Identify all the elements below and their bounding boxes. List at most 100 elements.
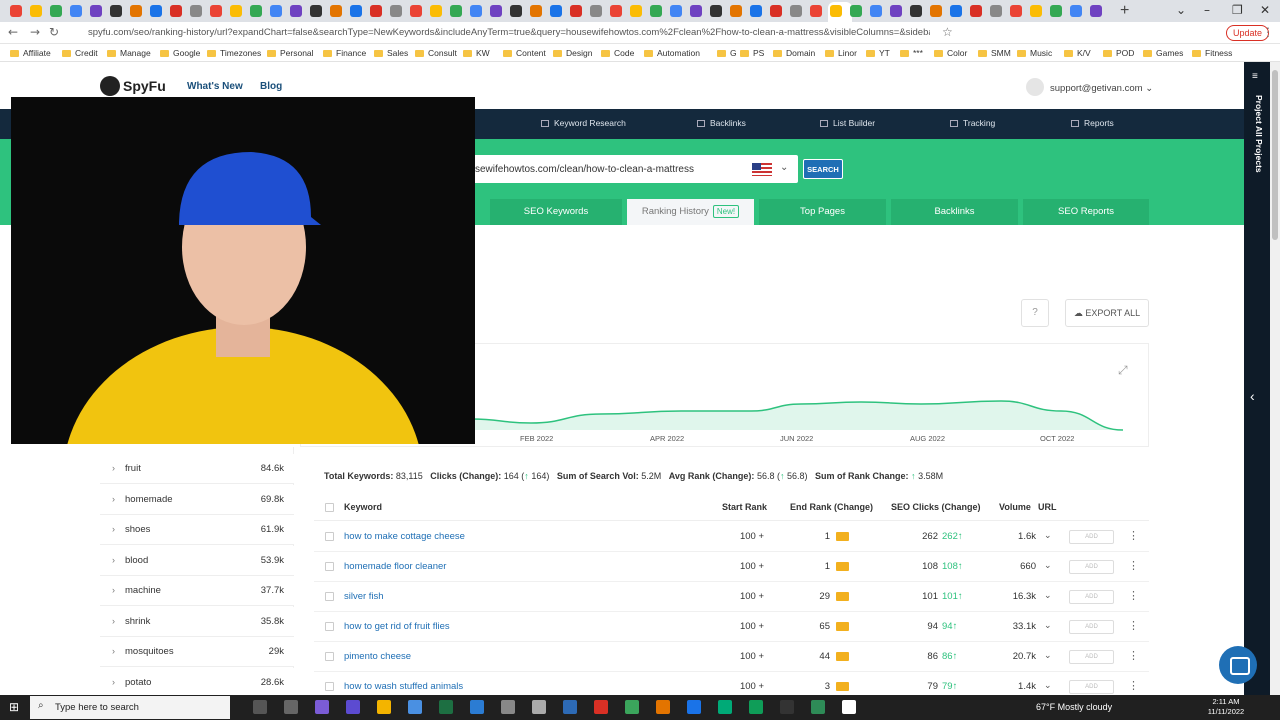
help-button[interactable]: ?: [1021, 299, 1049, 327]
taskbar-app-icon[interactable]: [346, 700, 360, 714]
bookmark-finance[interactable]: Finance: [323, 48, 366, 58]
tab-favicon-icon[interactable]: [970, 5, 982, 17]
taskbar-app-icon[interactable]: [718, 700, 732, 714]
bookmark-content[interactable]: Content: [503, 48, 546, 58]
tab-favicon-icon[interactable]: [810, 5, 822, 17]
tab-favicon-icon[interactable]: [370, 5, 382, 17]
col-volume[interactable]: Volume: [999, 502, 1031, 512]
tab-favicon-icon[interactable]: [870, 5, 882, 17]
tab-favicon-icon[interactable]: [750, 5, 762, 17]
taskbar-app-icon[interactable]: [408, 700, 422, 714]
forward-icon[interactable]: →: [30, 25, 40, 39]
term-filter-item[interactable]: › fruit 84.6k: [100, 454, 294, 484]
tab-backlinks[interactable]: Backlinks: [891, 199, 1018, 225]
bookmark-personal[interactable]: Personal: [267, 48, 314, 58]
row-checkbox[interactable]: [325, 652, 334, 661]
tab-favicon-icon[interactable]: [490, 5, 502, 17]
nav-list-builder[interactable]: List Builder: [820, 118, 875, 128]
select-all-checkbox[interactable]: [325, 503, 334, 512]
col-url[interactable]: URL: [1038, 502, 1057, 512]
more-options-icon[interactable]: ⋮: [1128, 679, 1139, 692]
bookmark-k-v[interactable]: K/V: [1064, 48, 1091, 58]
whats-new-link[interactable]: What's New: [187, 81, 243, 92]
tab-favicon-icon[interactable]: [670, 5, 682, 17]
nav-keyword-research[interactable]: Keyword Research: [541, 118, 626, 128]
tab-favicon-icon[interactable]: [1090, 5, 1102, 17]
bookmark-yt[interactable]: YT: [866, 48, 890, 58]
tab-favicon-icon[interactable]: [430, 5, 442, 17]
tab-favicon-icon[interactable]: [30, 5, 42, 17]
url-input[interactable]: spyfu.com/seo/ranking-history/url?expand…: [70, 24, 930, 42]
term-filter-item[interactable]: › machine 37.7k: [100, 576, 294, 606]
bookmark-timezones[interactable]: Timezones: [207, 48, 261, 58]
row-checkbox[interactable]: [325, 532, 334, 541]
tab-seo-reports[interactable]: SEO Reports: [1023, 199, 1149, 225]
blog-link[interactable]: Blog: [260, 81, 282, 92]
tab-favicon-icon[interactable]: [310, 5, 322, 17]
bookmark-pod[interactable]: POD: [1103, 48, 1134, 58]
spyfu-logo[interactable]: SpyFu: [100, 76, 166, 96]
taskbar-app-icon[interactable]: [594, 700, 608, 714]
bookmark-star-icon[interactable]: ☆: [942, 25, 953, 39]
export-all-button[interactable]: ☁ EXPORT ALL: [1065, 299, 1149, 327]
maximize-button[interactable]: ❐: [1232, 3, 1243, 17]
bookmark-design[interactable]: Design: [553, 48, 592, 58]
tab-favicon-icon[interactable]: [70, 5, 82, 17]
taskbar-app-icon[interactable]: [253, 700, 267, 714]
bookmark-credit[interactable]: Credit: [62, 48, 98, 58]
taskbar-app-icon[interactable]: [563, 700, 577, 714]
keyword-link[interactable]: how to get rid of fruit flies: [344, 621, 450, 632]
bookmark-ps[interactable]: PS: [740, 48, 764, 58]
country-chevron-icon[interactable]: ⌄: [780, 162, 788, 173]
tab-favicon-icon[interactable]: [710, 5, 722, 17]
tab-favicon-icon[interactable]: [10, 5, 22, 17]
taskbar-app-icon[interactable]: [842, 700, 856, 714]
tab-favicon-icon[interactable]: [610, 5, 622, 17]
nav-tracking[interactable]: Tracking: [950, 118, 995, 128]
bookmark-manage[interactable]: Manage: [107, 48, 151, 58]
taskbar-app-icon[interactable]: [439, 700, 453, 714]
bookmark-linor[interactable]: Linor: [825, 48, 857, 58]
tab-favicon-icon[interactable]: [570, 5, 582, 17]
add-button[interactable]: ADD: [1069, 530, 1114, 544]
tab-favicon-icon[interactable]: [450, 5, 462, 17]
url-chevron-icon[interactable]: ⌄: [1044, 530, 1052, 541]
tab-favicon-icon[interactable]: [950, 5, 962, 17]
term-filter-item[interactable]: › potato 28.6k: [100, 667, 294, 698]
bookmark-color[interactable]: Color: [934, 48, 967, 58]
bookmark-games[interactable]: Games: [1143, 48, 1183, 58]
taskbar-app-icon[interactable]: [377, 700, 391, 714]
taskbar-app-icon[interactable]: [656, 700, 670, 714]
tab-favicon-icon[interactable]: [290, 5, 302, 17]
new-tab-button[interactable]: +: [1120, 2, 1129, 20]
taskbar-app-icon[interactable]: [284, 700, 298, 714]
row-checkbox[interactable]: [325, 592, 334, 601]
windows-start-icon[interactable]: ⊞: [9, 700, 19, 714]
tab-favicon-icon[interactable]: [230, 5, 242, 17]
tab-favicon-icon[interactable]: [330, 5, 342, 17]
col-end-rank[interactable]: End Rank (Change): [790, 502, 873, 512]
term-filter-item[interactable]: › blood 53.9k: [100, 545, 294, 576]
bookmark-affiliate[interactable]: Affiliate: [10, 48, 51, 58]
term-filter-item[interactable]: › shoes 61.9k: [100, 515, 294, 545]
tab-favicon-icon[interactable]: [170, 5, 182, 17]
search-button[interactable]: SEARCH: [803, 159, 843, 179]
keyword-link[interactable]: homemade floor cleaner: [344, 561, 446, 572]
tab-favicon-icon[interactable]: [1030, 5, 1042, 17]
reload-icon[interactable]: ↻: [49, 25, 59, 39]
tab-favicon-icon[interactable]: [630, 5, 642, 17]
taskbar-app-icon[interactable]: [501, 700, 515, 714]
keyword-link[interactable]: how to make cottage cheese: [344, 531, 465, 542]
add-button[interactable]: ADD: [1069, 620, 1114, 634]
bookmark--[interactable]: ***: [900, 48, 923, 58]
keyword-link[interactable]: how to wash stuffed animals: [344, 681, 463, 692]
system-clock[interactable]: 2:11 AM 11/11/2022: [1204, 697, 1248, 717]
add-button[interactable]: ADD: [1069, 560, 1114, 574]
url-chevron-icon[interactable]: ⌄: [1044, 560, 1052, 571]
tab-favicon-icon[interactable]: [790, 5, 802, 17]
tab-seo-keywords[interactable]: SEO Keywords: [490, 199, 622, 225]
tab-favicon-icon[interactable]: [50, 5, 62, 17]
tab-favicon-icon[interactable]: [250, 5, 262, 17]
tab-favicon-icon[interactable]: [730, 5, 742, 17]
more-options-icon[interactable]: ⋮: [1128, 529, 1139, 542]
